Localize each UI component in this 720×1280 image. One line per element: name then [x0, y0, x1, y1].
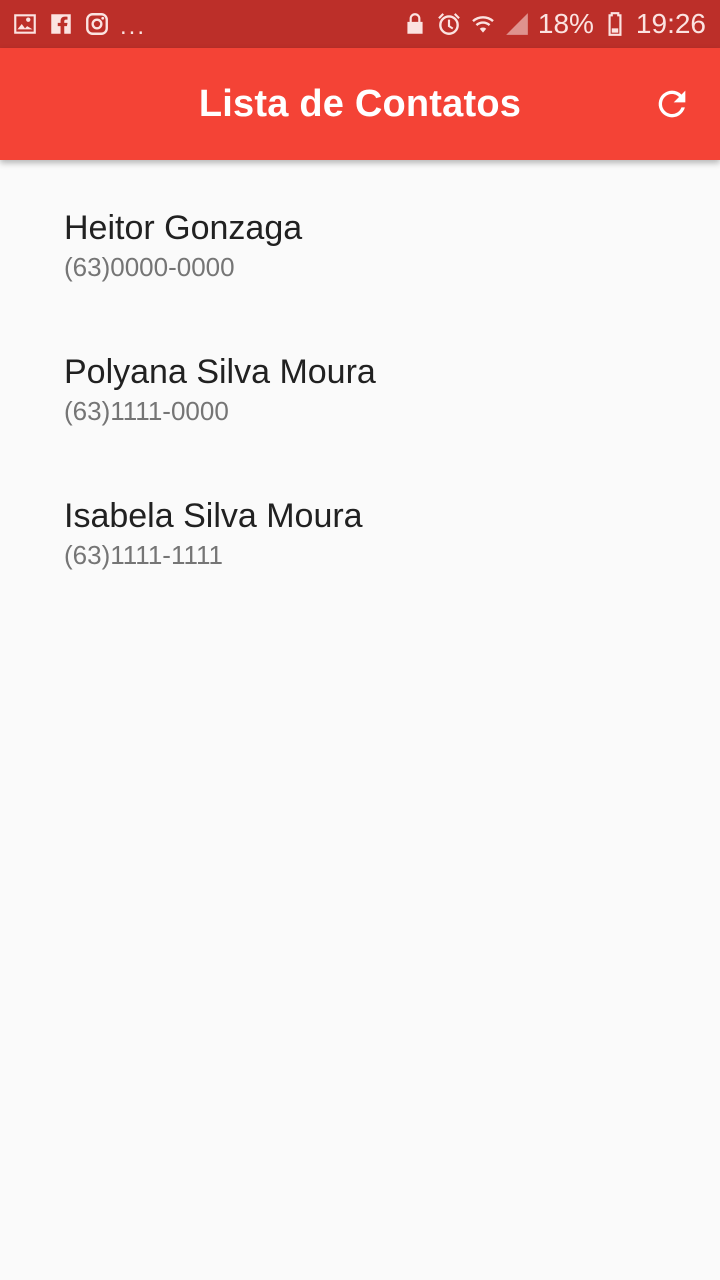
contact-phone: (63)1111-0000 [64, 396, 229, 426]
contact-name: Isabela Silva Moura [64, 497, 363, 535]
contact-name: Polyana Silva Moura [64, 353, 376, 391]
clock: 19:26 [635, 8, 706, 39]
wifi-icon [470, 11, 496, 37]
contact-item-heitor-gonzaga[interactable]: Heitor Gonzaga (63)0000-0000 [0, 160, 720, 304]
alarm-icon [436, 11, 462, 37]
contact-phone: (63)1111-1111 [64, 540, 223, 570]
more-notifications-indicator: ... [120, 13, 147, 40]
status-left: ... [12, 9, 146, 39]
refresh-icon [658, 90, 686, 118]
contact-name: Heitor Gonzaga [64, 209, 303, 247]
battery-icon [602, 11, 628, 37]
contact-item-polyana-silva-moura[interactable]: Polyana Silva Moura (63)1111-0000 [0, 304, 720, 448]
contact-list: Heitor Gonzaga (63)0000-0000 Polyana Sil… [0, 160, 720, 592]
instagram-icon [84, 11, 110, 37]
battery-percentage: 18% [537, 8, 594, 39]
status-right: 18% 19:26 [402, 8, 706, 40]
app-bar: Lista de Contatos [0, 48, 720, 160]
page-title: Lista de Contatos [198, 82, 522, 125]
lock-icon [402, 11, 428, 37]
status-bar: ... 18% 19:26 [0, 0, 720, 48]
facebook-icon [48, 11, 74, 37]
contact-phone: (63)0000-0000 [64, 252, 235, 282]
gallery-icon [12, 11, 38, 37]
contact-item-isabela-silva-moura[interactable]: Isabela Silva Moura (63)1111-1111 [0, 448, 720, 592]
refresh-button[interactable] [648, 80, 696, 128]
signal-icon [504, 11, 530, 37]
